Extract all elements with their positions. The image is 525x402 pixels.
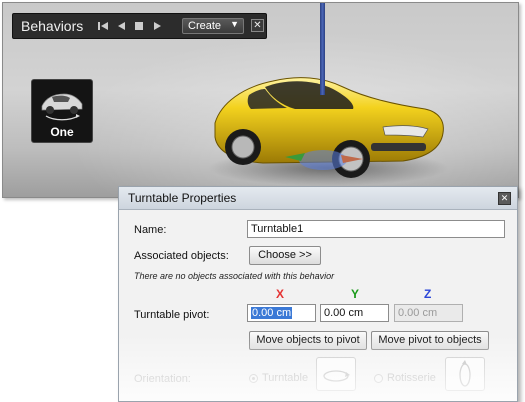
- close-icon[interactable]: ✕: [251, 19, 264, 32]
- rotisserie-orientation-icon: [445, 357, 485, 391]
- play-back-icon[interactable]: [115, 20, 127, 32]
- rotate-vertical-icon: [459, 360, 471, 387]
- pivot-y-field[interactable]: 0.00 cm: [320, 304, 389, 322]
- 3d-viewport[interactable]: Behaviors Create ▼ ✕ One: [2, 2, 519, 198]
- turntable-car-icon: [41, 93, 83, 121]
- orientation-label: Orientation:: [134, 373, 191, 385]
- name-field[interactable]: Turntable1: [247, 220, 505, 238]
- skip-start-icon[interactable]: [97, 20, 109, 32]
- stop-icon[interactable]: [133, 20, 145, 32]
- rotisserie-radio[interactable]: [374, 374, 383, 383]
- name-label: Name:: [134, 224, 167, 236]
- dialog-title: Turntable Properties: [128, 191, 237, 205]
- turntable-option-label: Turntable: [262, 372, 309, 384]
- pivot-x-field[interactable]: 0.00 cm: [247, 304, 316, 322]
- axis-z-label: Z: [424, 287, 432, 301]
- turntable-properties-dialog: Turntable Properties ✕ Name: Turntable1 …: [118, 186, 518, 402]
- rotisserie-option-label: Rotisserie: [387, 372, 436, 384]
- behaviors-title: Behaviors: [21, 18, 84, 34]
- behavior-tile-label: One: [50, 125, 74, 139]
- car-model[interactable]: [203, 65, 453, 190]
- close-icon[interactable]: ✕: [498, 192, 511, 205]
- pivot-x-value: 0.00 cm: [251, 307, 293, 319]
- behavior-tile[interactable]: One: [31, 79, 93, 143]
- create-label: Create: [188, 20, 222, 32]
- move-pivot-to-objects-button[interactable]: Move pivot to objects: [371, 331, 489, 350]
- axis-x-label: X: [276, 287, 285, 301]
- axis-y-label: Y: [351, 287, 360, 301]
- pivot-axis-handle[interactable]: [320, 3, 325, 95]
- play-icon[interactable]: [151, 20, 163, 32]
- choose-button[interactable]: Choose >>: [249, 246, 321, 265]
- pivot-z-field: 0.00 cm: [394, 304, 463, 322]
- turntable-radio[interactable]: [249, 374, 258, 383]
- turntable-pivot-label: Turntable pivot:: [134, 309, 210, 321]
- dialog-title-bar[interactable]: Turntable Properties ✕: [119, 187, 517, 210]
- chevron-down-icon: ▼: [230, 19, 239, 29]
- rotate-horizontal-icon: [323, 370, 350, 382]
- associated-objects-label: Associated objects:: [134, 250, 229, 262]
- behaviors-toolbar: Behaviors Create ▼ ✕: [12, 13, 267, 39]
- move-objects-to-pivot-button[interactable]: Move objects to pivot: [249, 331, 367, 350]
- no-objects-note: There are no objects associated with thi…: [134, 271, 335, 281]
- create-dropdown[interactable]: Create ▼: [182, 18, 244, 34]
- turntable-orientation-icon: [316, 357, 356, 391]
